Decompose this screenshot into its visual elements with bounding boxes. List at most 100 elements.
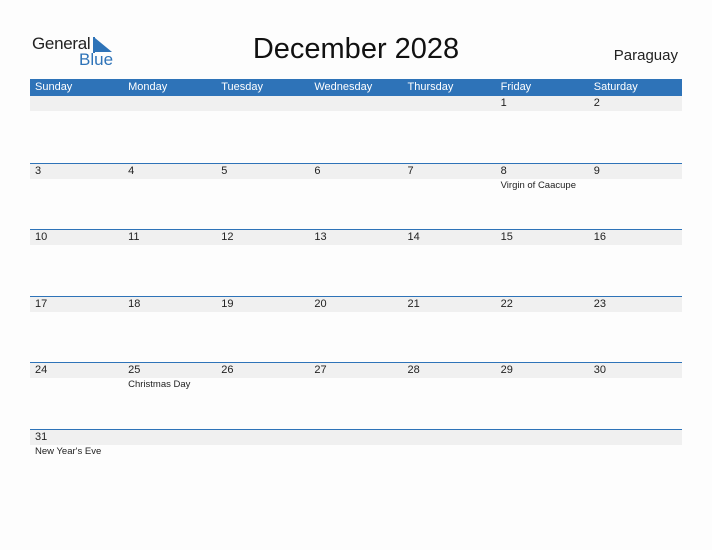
- day-number: [35, 96, 123, 111]
- day-cell: 25 Christmas Day: [123, 363, 216, 391]
- weekday-thursday: Thursday: [407, 81, 454, 93]
- day-cell: 14: [403, 230, 496, 245]
- weekday-monday: Monday: [128, 81, 168, 93]
- day-cell: [403, 430, 496, 458]
- week-cells: 24 25 Christmas Day 26 27 28 29 30: [30, 363, 682, 391]
- day-cell: [496, 430, 589, 458]
- week-cells: 31 New Year's Eve: [30, 430, 682, 458]
- holiday-label: Christmas Day: [128, 379, 191, 391]
- week-cells: 17 18 19 20 21 22 23: [30, 297, 682, 312]
- weekday-sunday: Sunday: [35, 81, 73, 93]
- day-number: [501, 430, 589, 445]
- week-row: 24 25 Christmas Day 26 27 28 29 30: [30, 362, 682, 429]
- day-cell: 28: [403, 363, 496, 391]
- weeks-container: 1 2 3 4 5 6 7 8 Virgin of Caacupe 9 10 11 12 13 14 15 16…: [30, 96, 682, 496]
- week-row: 10 11 12 13 14 15 16: [30, 229, 682, 296]
- day-cell: [30, 96, 123, 111]
- holiday-label: New Year's Eve: [35, 445, 102, 457]
- holiday-label: Virgin of Caacupe: [500, 179, 576, 191]
- day-number: [128, 430, 216, 445]
- day-cell: 29: [496, 363, 589, 391]
- day-number: 21: [407, 297, 420, 310]
- day-cell: 19: [216, 297, 309, 312]
- day-number: 6: [314, 164, 321, 177]
- day-number: [221, 96, 309, 111]
- day-number: 1: [500, 97, 507, 109]
- day-cell: 4: [123, 164, 216, 192]
- day-cell: [403, 96, 496, 111]
- day-cell: 15: [496, 230, 589, 245]
- day-cell: 20: [309, 297, 402, 312]
- day-cell: [123, 96, 216, 111]
- page-title: December 2028: [252, 33, 460, 65]
- day-number: 11: [128, 231, 140, 244]
- day-number: 2: [593, 97, 600, 109]
- day-cell: [309, 96, 402, 111]
- day-cell: 16: [589, 230, 682, 245]
- day-number: 9: [593, 164, 600, 177]
- day-cell: 2: [589, 96, 682, 111]
- day-number: 23: [593, 297, 606, 310]
- week-row: 3 4 5 6 7 8 Virgin of Caacupe 9: [30, 162, 682, 230]
- day-cell: 1: [496, 96, 589, 111]
- day-number: 17: [35, 297, 48, 310]
- day-number: [408, 430, 496, 445]
- day-cell: 12: [216, 230, 309, 245]
- day-number: 22: [500, 297, 513, 310]
- day-number: 26: [221, 364, 234, 377]
- day-number: 27: [314, 364, 327, 377]
- day-cell: 5: [216, 164, 309, 192]
- day-cell: 18: [123, 297, 216, 312]
- day-number: 3: [35, 164, 42, 177]
- week-row: 12: [30, 96, 682, 163]
- day-number: 20: [314, 297, 327, 310]
- country-label: Paraguay: [613, 47, 678, 64]
- day-number: 7: [407, 164, 414, 177]
- day-number: 10: [35, 231, 48, 244]
- day-number: [221, 430, 309, 445]
- day-number: [594, 430, 682, 445]
- day-number: 25: [128, 364, 141, 377]
- weekday-friday: Friday: [500, 81, 532, 93]
- day-number: 14: [407, 231, 420, 244]
- day-cell: 30: [589, 363, 682, 391]
- day-number: [408, 96, 496, 111]
- day-number: 24: [35, 364, 48, 377]
- week-row: 17 18 19 20 21 22 23: [30, 295, 682, 363]
- day-cell: 9: [589, 164, 682, 192]
- day-number: 8: [500, 164, 507, 177]
- day-number: 29: [500, 364, 513, 377]
- day-number: 31: [35, 430, 48, 443]
- week-cells: 12: [30, 96, 682, 111]
- day-cell: 8 Virgin of Caacupe: [496, 164, 589, 192]
- weekday-saturday: Saturday: [593, 81, 638, 93]
- day-cell: 24: [30, 363, 123, 391]
- day-number: [314, 430, 402, 445]
- day-cell: 27: [309, 363, 402, 391]
- day-number: 5: [221, 164, 228, 177]
- day-cell: [589, 430, 682, 458]
- day-number: 19: [221, 297, 234, 310]
- weekday-wednesday: Wednesday: [314, 81, 373, 93]
- day-number: [314, 96, 402, 111]
- day-cell: [309, 430, 402, 458]
- day-number: 12: [221, 231, 234, 244]
- day-cell: 7: [403, 164, 496, 192]
- day-cell: [216, 96, 309, 111]
- weekday-tuesday: Tuesday: [221, 81, 264, 93]
- day-number: 30: [593, 364, 606, 377]
- weekday-header: Sunday Monday Tuesday Wednesday Thursday…: [30, 79, 682, 96]
- week-cells: 10 11 12 13 14 15 16: [30, 230, 682, 245]
- day-cell: 31 New Year's Eve: [30, 430, 123, 458]
- day-cell: 26: [216, 363, 309, 391]
- day-number: 13: [314, 231, 327, 244]
- day-cell: 22: [496, 297, 589, 312]
- day-cell: 23: [589, 297, 682, 312]
- day-number: 18: [128, 297, 141, 310]
- day-cell: 10: [30, 230, 123, 245]
- day-number: 16: [593, 231, 606, 244]
- day-cell: 11: [123, 230, 216, 245]
- day-number: 15: [500, 231, 513, 244]
- day-cell: [216, 430, 309, 458]
- day-cell: 21: [403, 297, 496, 312]
